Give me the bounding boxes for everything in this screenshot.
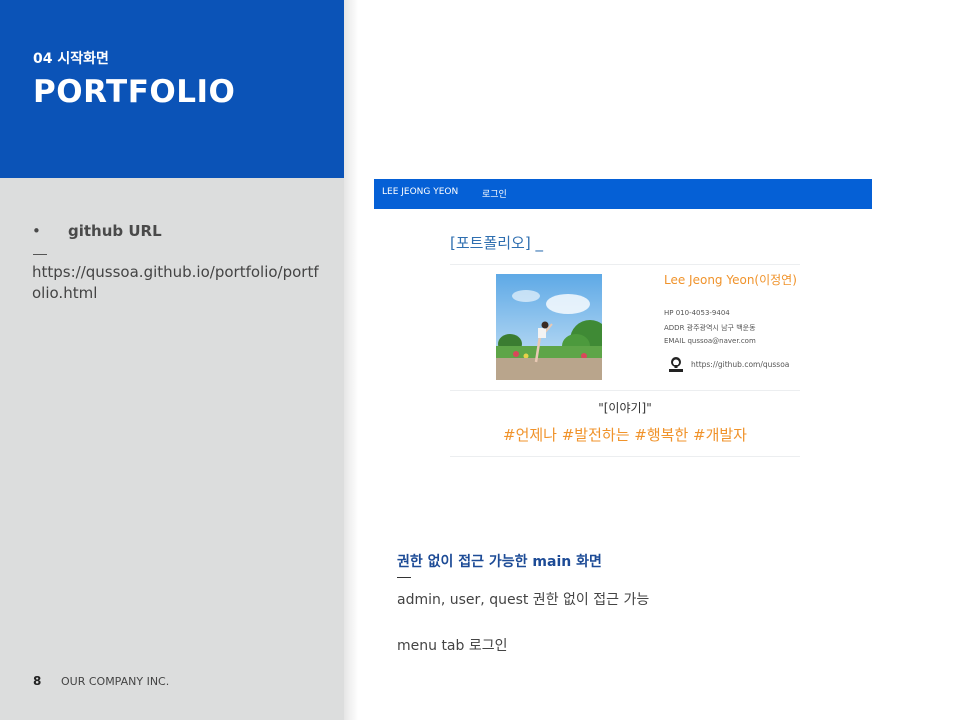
slide-subtitle: 04 시작화면 bbox=[33, 51, 109, 67]
bullet-dot: • bbox=[32, 222, 41, 240]
github-url-link[interactable]: https://qussoa.github.io/portfolio/portf… bbox=[32, 262, 322, 304]
divider bbox=[450, 264, 800, 265]
panel-shadow bbox=[344, 0, 358, 720]
divider-dash bbox=[33, 254, 47, 255]
story-title: "[이야기]" bbox=[598, 401, 652, 415]
profile-name: Lee Jeong Yeon(이정연) bbox=[664, 273, 797, 287]
info-panel bbox=[0, 178, 344, 720]
slide-title: PORTFOLIO bbox=[33, 74, 236, 110]
bullet-item: • github URL bbox=[32, 222, 162, 240]
github-profile-link[interactable]: https://github.com/qussoa bbox=[691, 360, 799, 369]
github-icon[interactable] bbox=[668, 356, 684, 372]
profile-address: ADDR 광주광역시 남구 백운동 bbox=[664, 324, 756, 332]
description-line: menu tab 로그인 bbox=[397, 638, 508, 654]
divider-dash bbox=[397, 577, 411, 578]
page-number: 8 bbox=[33, 674, 42, 688]
story-hashtags: #언제나 #발전하는 #행복한 #개발자 bbox=[503, 426, 747, 444]
divider bbox=[450, 390, 800, 391]
profile-email: EMAIL qussoa@naver.com bbox=[664, 337, 756, 345]
profile-phone: HP 010-4053-9404 bbox=[664, 309, 730, 317]
portfolio-heading: [포트폴리오] _ bbox=[450, 234, 543, 252]
company-name: OUR COMPANY INC. bbox=[61, 675, 170, 688]
nav-login-link[interactable]: 로그인 bbox=[482, 187, 507, 200]
description-line: admin, user, quest 권한 없이 접근 가능 bbox=[397, 592, 650, 608]
portfolio-navbar: LEE JEONG YEON 로그인 bbox=[374, 179, 872, 209]
description-heading: 권한 없이 접근 가능한 main 화면 bbox=[397, 554, 602, 570]
bullet-label: github URL bbox=[68, 222, 162, 240]
profile-photo bbox=[496, 274, 602, 380]
nav-brand-link[interactable]: LEE JEONG YEON bbox=[382, 187, 458, 197]
divider bbox=[450, 456, 800, 457]
